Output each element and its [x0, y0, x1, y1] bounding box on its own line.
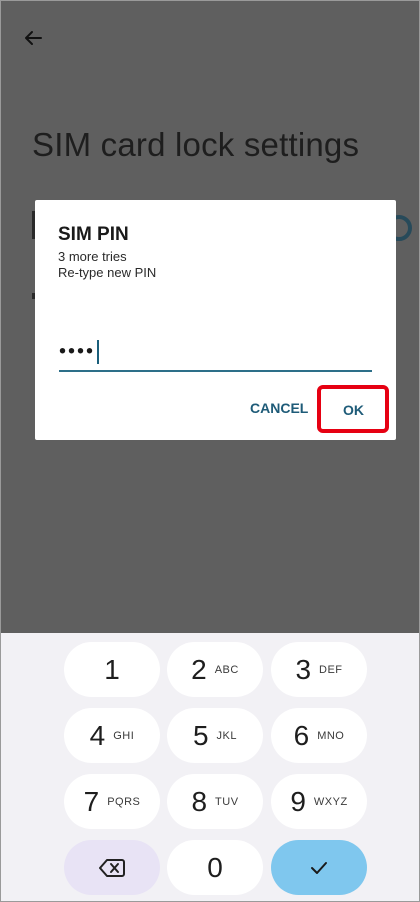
key-number: 5	[192, 719, 209, 751]
key-number: 1	[104, 653, 120, 685]
dialog-title: SIM PIN	[58, 224, 129, 245]
key-2[interactable]: 2 ABC	[167, 642, 263, 697]
key-number: 6	[293, 719, 310, 751]
key-letters: TUV	[215, 795, 239, 808]
sim-pin-dialog: SIM PIN 3 more tries Re-type new PIN •••…	[35, 200, 396, 440]
key-5[interactable]: 5 JKL	[167, 708, 263, 763]
key-number: 4	[89, 719, 106, 751]
key-number: 7	[83, 785, 100, 817]
key-3[interactable]: 3 DEF	[271, 642, 367, 697]
tries-remaining-text: 3 more tries	[58, 249, 127, 264]
check-icon	[311, 861, 327, 874]
key-letters: DEF	[319, 663, 343, 676]
page-title: SIM card lock settings	[32, 126, 360, 163]
key-1[interactable]: 1	[64, 642, 160, 697]
key-number: 8	[191, 785, 208, 817]
key-letters: MNO	[317, 729, 345, 742]
key-letters: JKL	[216, 729, 238, 742]
text-cursor	[97, 340, 100, 364]
key-0[interactable]: 0	[167, 840, 263, 895]
key-letters: GHI	[113, 729, 135, 742]
numeric-keyboard: 1 2 ABC 3 DEF 4 GHI 5 JKL 6 MNO 7 PQRS 8…	[1, 633, 419, 901]
key-6[interactable]: 6 MNO	[271, 708, 367, 763]
cancel-button[interactable]: CANCEL	[250, 400, 308, 416]
key-number: 2	[191, 653, 207, 685]
backspace-icon	[99, 858, 125, 877]
key-9[interactable]: 9 WXYZ	[271, 774, 367, 829]
pin-value: ••••	[59, 340, 100, 364]
key-8[interactable]: 8 TUV	[167, 774, 263, 829]
backspace-key[interactable]	[64, 840, 160, 895]
key-letters: ABC	[214, 663, 239, 676]
done-key[interactable]	[271, 840, 367, 895]
key-letters: PQRS	[107, 795, 141, 808]
key-number: 9	[290, 785, 306, 817]
ok-button[interactable]: OK	[343, 402, 364, 418]
key-7[interactable]: 7 PQRS	[64, 774, 160, 829]
pin-input[interactable]: ••••	[59, 340, 372, 372]
key-4[interactable]: 4 GHI	[64, 708, 160, 763]
key-number: 0	[207, 851, 223, 883]
key-number: 3	[295, 653, 312, 685]
back-arrow-icon[interactable]	[19, 23, 49, 53]
key-letters: WXYZ	[313, 795, 348, 808]
ok-button-highlight: OK	[317, 385, 389, 433]
screen: SIM card lock settings SIM PIN 3 more tr…	[0, 0, 420, 902]
dialog-instruction: Re-type new PIN	[58, 265, 157, 280]
